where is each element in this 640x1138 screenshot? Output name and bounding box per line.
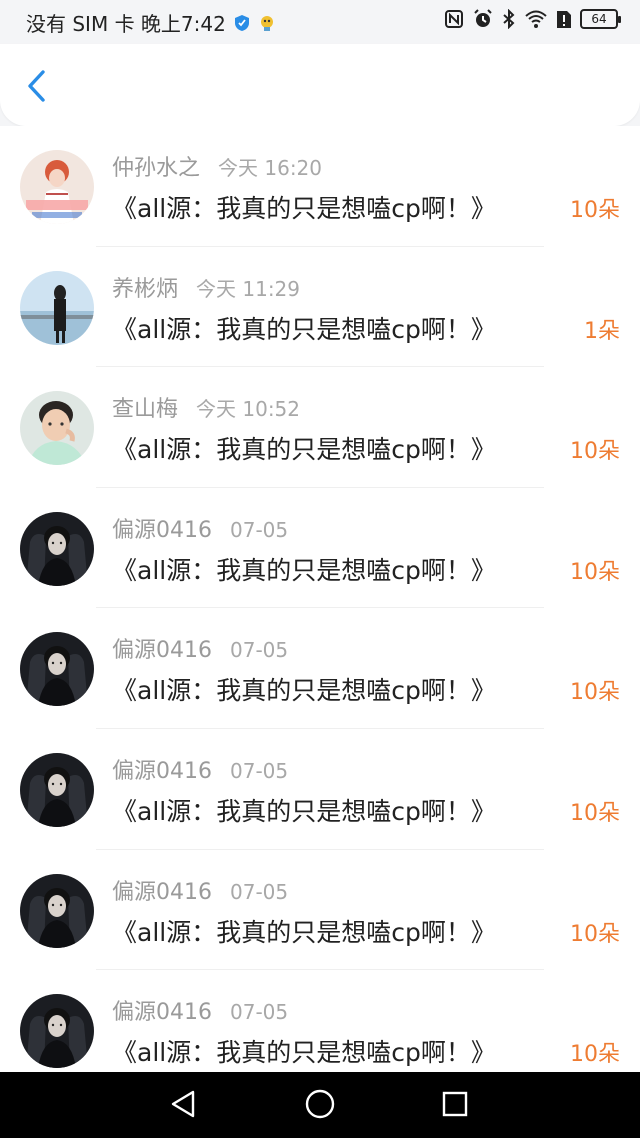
timestamp: 07-05 [230,517,289,542]
circle-home-icon [305,1089,335,1123]
book-title[interactable]: 《all源：我真的只是想嗑cp啊！》 [112,792,496,828]
book-title[interactable]: 《all源：我真的只是想嗑cp啊！》 [112,551,496,587]
wifi-icon [524,9,548,29]
shield-icon [234,14,250,32]
book-title[interactable]: 《all源：我真的只是想嗑cp啊！》 [112,1033,496,1069]
timestamp: 今天 10:52 [196,397,301,422]
status-left: 没有 SIM 卡 晚上7:42 [26,8,276,37]
chevron-left-icon [25,69,47,107]
name-line: 偏源0416 07-05 [112,753,288,785]
nav-home-button[interactable] [303,1089,337,1123]
flower-amount: 1朵 [584,318,620,344]
flower-amount: 10朵 [570,198,620,223]
avatar[interactable] [20,994,94,1069]
timestamp: 07-05 [230,638,289,663]
name-line: 偏源0416 07-05 [112,874,288,906]
square-recents-icon [441,1090,469,1122]
flower-amount: 10朵 [570,921,620,947]
gift-list: 仲孙水之 今天 16:20 《all源：我真的只是想嗑cp啊！》 10朵 养彬炳… [0,126,640,1072]
avatar[interactable] [20,391,94,466]
flower-amount: 10朵 [570,439,620,465]
name-line: 查山梅 今天 10:52 [112,391,300,423]
list-item[interactable]: 养彬炳 今天 11:29 《all源：我真的只是想嗑cp啊！》 1朵 [0,247,640,368]
book-title[interactable]: 《all源：我真的只是想嗑cp啊！》 [112,310,496,346]
status-bar: 没有 SIM 卡 晚上7:42 64 [0,0,640,44]
user-name[interactable]: 偏源0416 [112,874,212,906]
user-name[interactable]: 偏源0416 [112,753,212,785]
avatar[interactable] [20,873,94,948]
user-name[interactable]: 偏源0416 [112,512,212,544]
sim-alert-icon [556,9,572,29]
timestamp: 今天 11:29 [196,276,301,301]
avatar[interactable] [20,632,94,707]
list-item[interactable]: 偏源0416 07-05 《all源：我真的只是想嗑cp啊！》 10朵 [0,488,640,609]
name-line: 偏源0416 07-05 [112,632,288,664]
avatar[interactable] [20,752,94,827]
list-item[interactable]: 偏源0416 07-05 《all源：我真的只是想嗑cp啊！》 10朵 [0,970,640,1072]
name-line: 养彬炳 今天 11:29 [112,271,300,303]
book-title[interactable]: 《all源：我真的只是想嗑cp啊！》 [112,189,496,225]
list-item[interactable]: 查山梅 今天 10:52 《all源：我真的只是想嗑cp啊！》 10朵 [0,367,640,488]
name-line: 偏源0416 07-05 [112,994,288,1026]
list-item[interactable]: 偏源0416 07-05 《all源：我真的只是想嗑cp啊！》 10朵 [0,729,640,850]
avatar[interactable] [20,511,94,586]
book-title[interactable]: 《all源：我真的只是想嗑cp啊！》 [112,671,496,707]
timestamp: 07-05 [230,758,289,783]
user-name[interactable]: 偏源0416 [112,994,212,1026]
app-notification-icon [258,14,276,32]
timestamp: 今天 16:20 [218,156,323,180]
nfc-icon [444,9,464,29]
battery-icon: 64 [580,9,621,29]
status-right: 64 [444,8,621,30]
user-name[interactable]: 查山梅 [112,391,178,423]
carrier-time: 没有 SIM 卡 晚上7:42 [26,12,226,36]
flower-amount: 10朵 [570,680,620,706]
nav-recents-button[interactable] [438,1089,472,1123]
list-item[interactable]: 偏源0416 07-05 《all源：我真的只是想嗑cp啊！》 10朵 [0,608,640,729]
flower-amount: 10朵 [570,1042,620,1068]
user-name[interactable]: 养彬炳 [112,271,178,303]
book-title[interactable]: 《all源：我真的只是想嗑cp啊！》 [112,430,496,466]
user-name[interactable]: 偏源0416 [112,632,212,664]
flower-amount: 10朵 [570,800,620,826]
avatar[interactable] [20,150,94,224]
nav-back-button[interactable] [166,1089,200,1123]
timestamp: 07-05 [230,1000,289,1025]
bluetooth-icon [502,9,516,29]
user-name[interactable]: 仲孙水之 [112,150,200,182]
alarm-icon [472,8,494,30]
timestamp: 07-05 [230,879,289,904]
list-item[interactable]: 偏源0416 07-05 《all源：我真的只是想嗑cp啊！》 10朵 [0,850,640,971]
book-title[interactable]: 《all源：我真的只是想嗑cp啊！》 [112,913,496,949]
triangle-back-icon [169,1089,197,1123]
header [0,44,640,126]
list-item[interactable]: 仲孙水之 今天 16:20 《all源：我真的只是想嗑cp啊！》 10朵 [0,126,640,247]
name-line: 偏源0416 07-05 [112,512,288,544]
system-nav-bar [0,1072,640,1138]
avatar[interactable] [20,270,94,345]
flower-amount: 10朵 [570,559,620,585]
name-line: 仲孙水之 今天 16:20 [112,150,322,182]
back-button[interactable] [18,70,54,106]
